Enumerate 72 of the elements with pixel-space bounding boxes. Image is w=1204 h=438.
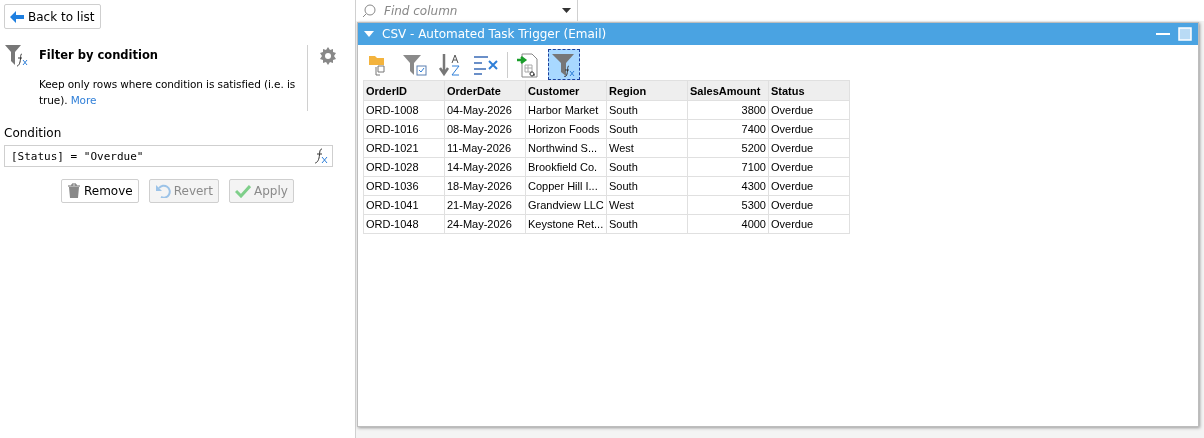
step-description: Keep only rows where condition is satisfied (i.e. is true). More <box>39 77 297 108</box>
table-cell: ORD-1036 <box>363 176 445 196</box>
table-cell: 3800 <box>687 100 769 120</box>
condition-label: Condition <box>4 126 63 140</box>
settings-icon[interactable] <box>319 47 337 65</box>
table-cell: 5200 <box>687 138 769 158</box>
table-cell: Copper Hill I... <box>525 176 607 196</box>
table-cell: South <box>606 214 688 234</box>
function-icon[interactable] <box>314 148 328 164</box>
undo-icon <box>154 184 171 198</box>
table-cell: 5300 <box>687 195 769 215</box>
table-cell: Overdue <box>768 157 850 177</box>
table-cell: 4000 <box>687 214 769 234</box>
table-cell: 24-May-2026 <box>444 214 526 234</box>
column-header[interactable]: OrderID <box>363 80 445 101</box>
dropdown-caret-icon[interactable] <box>562 8 571 13</box>
toolbar-button[interactable] <box>548 49 580 80</box>
table-cell: Overdue <box>768 195 850 215</box>
table-cell: ORD-1028 <box>363 157 445 177</box>
column-header[interactable]: Status <box>768 80 850 101</box>
table-cell: 08-May-2026 <box>444 119 526 139</box>
back-button[interactable]: Back to list <box>4 4 102 29</box>
table-cell: Brookfield Co. <box>525 157 607 177</box>
column-header[interactable]: Customer <box>525 80 607 101</box>
condition-field[interactable]: [Status] = "Overdue" <box>4 145 333 167</box>
table-cell: ORD-1021 <box>363 138 445 158</box>
minimize-icon[interactable] <box>1156 32 1170 36</box>
table-cell: ORD-1008 <box>363 100 445 120</box>
table-cell: ORD-1048 <box>363 214 445 234</box>
table-cell: Grandview LLC <box>525 195 607 215</box>
window-title: CSV - Automated Task Trigger (Email) <box>382 27 608 41</box>
step-title: Filter by condition <box>39 48 160 62</box>
table-cell: 14-May-2026 <box>444 157 526 177</box>
table-cell: 21-May-2026 <box>444 195 526 215</box>
table-cell: 4300 <box>687 176 769 196</box>
table-cell: South <box>606 157 688 177</box>
table-cell: Northwind S... <box>525 138 607 158</box>
table-cell: Harbor Market <box>525 100 607 120</box>
table-cell: Overdue <box>768 214 850 234</box>
filter-icon <box>402 52 428 77</box>
collapse-caret-icon[interactable] <box>364 31 374 37</box>
table-cell: 18-May-2026 <box>444 176 526 196</box>
remove-button[interactable]: Remove <box>61 179 139 203</box>
table-cell: Overdue <box>768 100 850 120</box>
search-icon <box>362 3 376 18</box>
table-cell: South <box>606 100 688 120</box>
trash-icon <box>67 183 81 199</box>
formula-filter-icon <box>551 51 577 78</box>
table-cell: Overdue <box>768 176 850 196</box>
table-cell: 7100 <box>687 157 769 177</box>
table-cell: 7400 <box>687 119 769 139</box>
table-cell: Horizon Foods <box>525 119 607 139</box>
more-link[interactable]: More <box>70 94 97 106</box>
table-cell: ORD-1041 <box>363 195 445 215</box>
table-cell: West <box>606 138 688 158</box>
table-cell: 11-May-2026 <box>444 138 526 158</box>
table-cell: ORD-1016 <box>363 119 445 139</box>
column-header[interactable]: SalesAmount <box>687 80 769 101</box>
columns-cut-icon <box>473 53 501 76</box>
column-header[interactable]: Region <box>606 80 688 101</box>
arrow-left-icon <box>10 10 24 23</box>
table-cell: 04-May-2026 <box>444 100 526 120</box>
import-icon <box>516 51 540 78</box>
table-cell: West <box>606 195 688 215</box>
table-cell: South <box>606 119 688 139</box>
column-header[interactable]: OrderDate <box>444 80 526 101</box>
formula-filter-icon <box>5 45 29 67</box>
check-icon <box>235 184 251 198</box>
table-cell: Overdue <box>768 119 850 139</box>
table-cell: Overdue <box>768 138 850 158</box>
table-cell: South <box>606 176 688 196</box>
table-cell: Keystone Ret... <box>525 214 607 234</box>
